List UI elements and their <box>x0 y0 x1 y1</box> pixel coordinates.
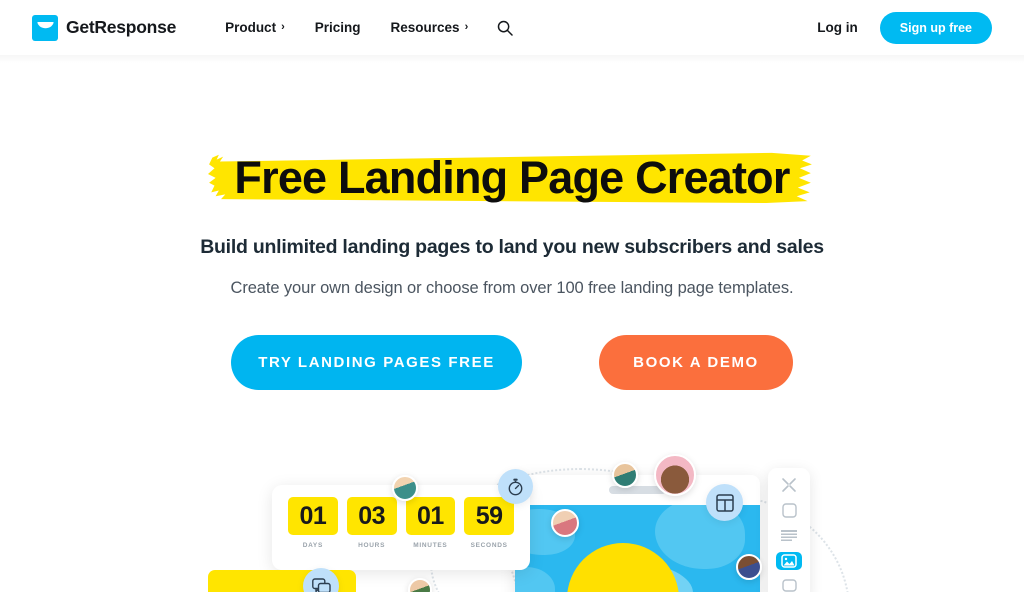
hero-illustration: 01 DAYS 03 HOURS 01 MINUTES 59 SECONDS <box>0 440 1024 592</box>
avatar[interactable] <box>736 554 762 580</box>
countdown-unit-minutes: 01 MINUTES <box>405 497 456 549</box>
avatar[interactable] <box>654 454 696 496</box>
countdown-label: HOURS <box>358 542 386 549</box>
hero-subheadline: Build unlimited landing pages to land yo… <box>200 235 824 258</box>
countdown-unit-hours: 03 HOURS <box>346 497 397 549</box>
nav-item-label: Product <box>225 20 277 35</box>
main-nav: Product › Pricing Resources › <box>210 20 527 36</box>
login-link[interactable]: Log in <box>817 20 858 35</box>
envelope-icon <box>32 14 58 41</box>
site-header: GetResponse Product › Pricing Resources … <box>0 0 1024 63</box>
headline-highlight-wrap: Free Landing Page Creator <box>208 148 815 208</box>
text-lines-icon[interactable] <box>776 526 802 544</box>
countdown-value: 01 <box>288 497 338 535</box>
countdown-label: MINUTES <box>413 542 448 549</box>
countdown-unit-seconds: 59 SECONDS <box>464 497 514 549</box>
sign-up-free-button[interactable]: Sign up free <box>879 11 992 44</box>
countdown-row: 01 DAYS 03 HOURS 01 MINUTES 59 SECONDS <box>288 497 514 549</box>
nav-item-label: Pricing <box>314 20 361 35</box>
nav-item-resources[interactable]: Resources › <box>376 20 484 35</box>
book-a-demo-button[interactable]: BOOK A DEMO <box>599 334 793 390</box>
page-title: Free Landing Page Creator <box>234 152 790 203</box>
logo[interactable]: GetResponse <box>32 14 177 41</box>
nav-item-product[interactable]: Product › <box>210 20 300 35</box>
image-icon[interactable] <box>776 551 802 570</box>
countdown-value: 01 <box>405 497 456 535</box>
try-landing-pages-free-button[interactable]: TRY LANDING PAGES FREE <box>231 334 522 390</box>
avatar[interactable] <box>392 475 418 501</box>
tools-icon[interactable] <box>776 476 802 494</box>
hero-subtext: Create your own design or choose from ov… <box>230 278 794 297</box>
stopwatch-icon[interactable] <box>498 469 533 504</box>
hero-section: Free Landing Page Creator Build unlimite… <box>0 55 1024 390</box>
avatar[interactable] <box>612 462 638 488</box>
shape-icon[interactable] <box>776 577 802 592</box>
editor-toolbar <box>768 468 810 592</box>
logo-text: GetResponse <box>66 17 177 37</box>
countdown-unit-days: 01 DAYS <box>288 497 338 549</box>
countdown-label: SECONDS <box>470 542 508 549</box>
nav-item-pricing[interactable]: Pricing <box>300 20 376 35</box>
countdown-value: 59 <box>464 497 514 535</box>
countdown-label: DAYS <box>302 542 323 549</box>
avatar[interactable] <box>551 509 579 537</box>
chevron-right-icon: › <box>464 20 469 33</box>
search-icon[interactable] <box>483 20 527 36</box>
chevron-right-icon: › <box>281 20 285 33</box>
countdown-value: 03 <box>346 497 397 535</box>
layout-grid-icon[interactable] <box>706 484 743 521</box>
shape-icon[interactable] <box>776 501 802 519</box>
nav-item-label: Resources <box>390 20 460 35</box>
cta-row: TRY LANDING PAGES FREE BOOK A DEMO <box>0 334 1024 390</box>
